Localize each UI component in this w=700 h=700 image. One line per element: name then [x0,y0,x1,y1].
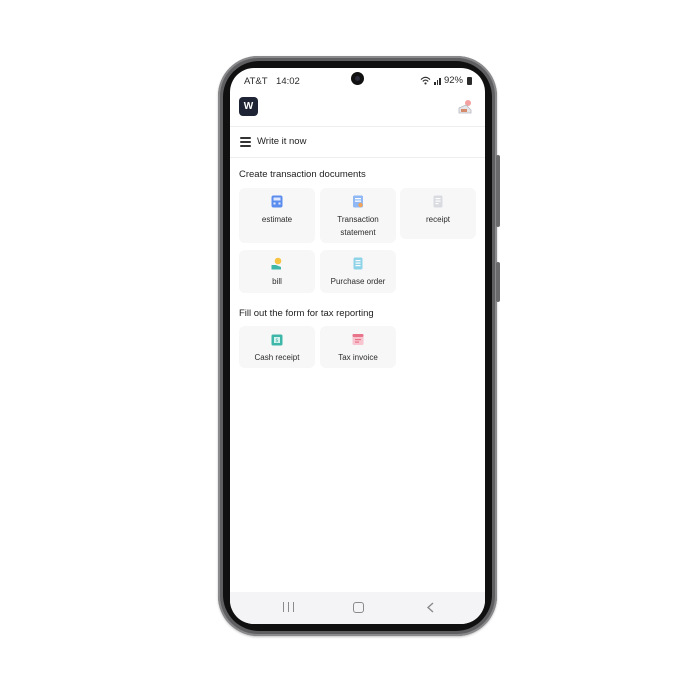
calculator-icon [271,195,283,208]
section-title-tax: Fill out the form for tax reporting [239,308,374,319]
back-icon[interactable] [426,602,435,613]
phone-screen: AT&T 14:02 92% W Write it now Create tra… [230,68,485,624]
hamburger-menu-icon[interactable] [240,137,251,147]
battery-percent: 92% [443,75,463,86]
statement-icon [353,195,363,208]
front-camera [351,72,364,85]
status-left: AT&T 14:02 [244,76,300,87]
section-title-transaction: Create transaction documents [239,169,366,180]
carrier-label: AT&T [244,76,268,87]
svg-text:$: $ [275,338,278,344]
menu-row: Write it now [230,126,485,158]
card-label: estimate [261,215,293,224]
cash-receipt-icon: $ [271,334,283,346]
card-label: Tax invoice [338,353,378,362]
card-purchase-order[interactable]: Purchase order [320,250,396,293]
card-bill[interactable]: bill [239,250,315,293]
bill-icon [271,257,282,270]
profile-icon[interactable] [457,99,473,115]
clock: 14:02 [276,76,300,87]
receipt-icon [433,195,443,208]
system-nav-bar [230,592,485,624]
battery-icon [467,76,472,85]
card-label: receipt [425,215,450,224]
menu-title: Write it now [257,136,307,147]
card-label: Cash receipt [254,353,300,362]
card-label: bill [272,277,282,286]
recents-icon[interactable] [283,602,294,612]
card-estimate[interactable]: estimate [239,188,315,243]
purchase-order-icon [353,257,363,270]
wifi-icon [421,76,431,85]
volume-button [496,155,500,227]
power-button [496,262,500,302]
tax-invoice-icon [352,334,364,345]
card-transaction-statement[interactable]: Transaction statement [320,188,396,243]
app-bar: W [230,94,485,126]
card-receipt[interactable]: receipt [400,188,476,239]
home-icon[interactable] [353,602,364,613]
status-right: 92% [420,75,472,86]
card-label: Transaction statement [337,215,379,237]
card-label: Purchase order [330,277,386,286]
status-bar: AT&T 14:02 92% [230,68,485,92]
app-logo[interactable]: W [239,97,258,116]
card-cash-receipt[interactable]: $ Cash receipt [239,326,315,368]
signal-icon [434,77,441,85]
card-tax-invoice[interactable]: Tax invoice [320,326,396,368]
